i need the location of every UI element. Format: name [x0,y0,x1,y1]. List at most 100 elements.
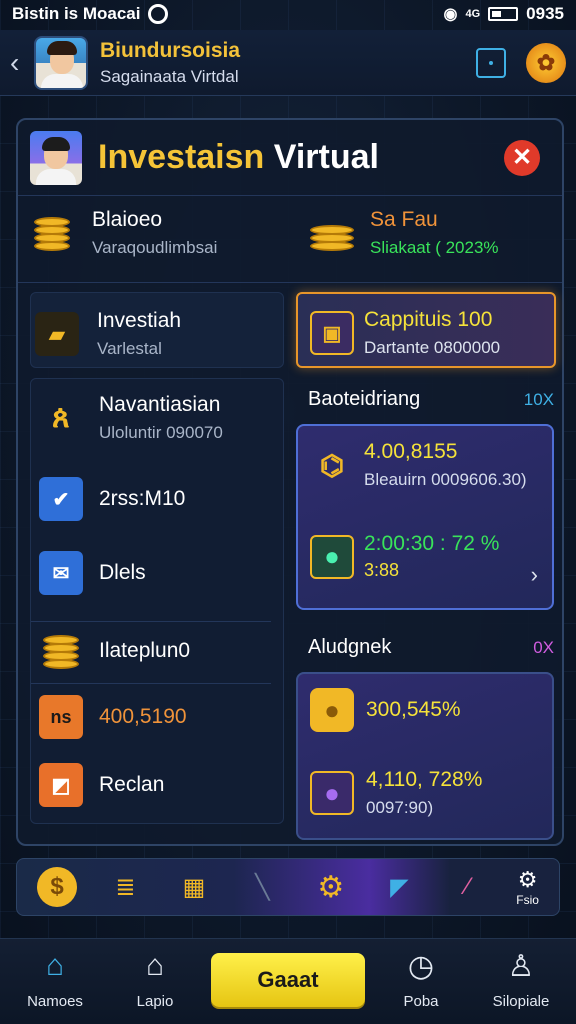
section1-header: Baoteidriang 10X [308,388,554,411]
close-button[interactable]: ✕ [504,139,540,176]
capital-sub: Dartante 0800000 [364,338,501,357]
clock-icon: ◷ [407,950,435,983]
shortcut-strip: $ ≣ ▦ ╲ ⚙ ◤ ⁄ ⚙ Fsio [16,858,560,916]
balance-sub: Varaqoudlimbsai [92,238,218,257]
app-header: ‹ Biundursoisia Sagainaata Virtdal ✿ [0,30,576,96]
divider [31,621,271,622]
gold-coins-icon [306,211,358,255]
menu-item[interactable]: ✔ 2rss:M10 [39,477,185,521]
section2-card[interactable]: ● 300,545% ● 4,110, 728% 0097:90) [296,672,554,840]
divider [31,683,271,684]
avatar[interactable] [34,35,88,90]
menu-item[interactable]: ns 400,5190 [39,695,187,739]
menu-label: Ilateplun0 [99,639,191,662]
network-label: 4G [465,8,481,20]
house-icon: ⌂ [145,949,165,982]
panel-title: Investaisn Virtual [98,138,504,177]
menu-label: Dlels [99,561,146,584]
section2-header: Aludgnek 0X [308,636,554,659]
nav-label: Lapio [136,993,174,1010]
panel-header: Investaisn Virtual ✕ [18,120,562,196]
section1-value3: 3:88 [364,560,400,580]
flag-icon[interactable]: ◤ [379,867,419,907]
nav-item-home[interactable]: ⌂ Namoes [0,949,110,1010]
orb-icon: ● [310,771,354,815]
section1-desc1: Bleauirn 0009606.30) [364,470,527,489]
nav-label: Namoes [27,993,83,1010]
ribbon-icon: ጰ [52,401,70,434]
header-text: Biundursoisia Sagainaata Virtdal [100,39,476,87]
nav-item-clock[interactable]: ◷ Poba [366,949,476,1010]
nav-item-user[interactable]: ♙ Silopiale [466,949,576,1010]
section1-badge[interactable]: 10X [524,390,554,410]
capital-card[interactable]: ▣ Cappituis 100 Dartante 0800000 [296,292,556,368]
menu-label: 2rss:M10 [99,487,186,510]
gear-badge-icon[interactable]: ⚙ [311,867,351,907]
status-bar: Bistin is Moacai ◉ 4G 0935 [0,0,576,28]
frame-icon: ▣ [310,311,354,355]
fav-label: Sa Fau [370,208,438,231]
mail-icon: ✉ [39,551,83,595]
menu-item[interactable]: ✉ Dlels [39,551,146,595]
cash-icon: ▰ [35,312,79,356]
document-icon: ◩ [39,763,83,807]
menu-item[interactable]: ◩ Reclan [39,763,164,807]
menu-item[interactable]: ጰ Navantiasian Uloluntir 090070 [39,393,223,443]
dollar-search-icon[interactable]: $ [37,867,77,907]
back-arrow-icon[interactable]: ‹ [10,47,32,79]
home-icon: ⌂ [45,949,65,982]
grid-icon[interactable]: ▦ [174,867,214,907]
battery-icon [488,7,519,21]
header-title: Biundursoisia [100,38,241,62]
coin-icon: ● [310,688,354,732]
status-time: 0935 [526,4,564,23]
coins-icon[interactable]: ≣ [105,867,145,907]
bottom-nav: ⌂ Namoes ⌂ Lapio Gaaat ◷ Poba ♙ Silopial… [0,938,576,1024]
status-circle-icon [148,4,169,24]
menu-item[interactable]: Ilateplun0 [39,629,190,673]
invest-card[interactable]: ▰ Investiah Varlestal [30,292,284,368]
coins-icon [39,629,83,673]
balance-item[interactable]: Blaioeo Varaqoudlimbsai [30,208,217,258]
strip-settings[interactable]: ⚙ Fsio [516,867,539,907]
capital-label: Cappituis 100 [364,308,493,331]
balance-label: Blaioeo [92,208,163,231]
fav-sub: Sliakaat ( 2023% [370,238,499,257]
menu-label: 400,5190 [99,705,187,728]
fav-item[interactable]: Sa Fau Sliakaat ( 2023% [306,208,499,258]
circuit-icon: ⌬ [319,449,345,481]
pen-icon[interactable]: ╲ [242,867,282,907]
panel-title-gold: Investaisn [98,138,265,176]
menu-label: Navantiasian [99,393,221,416]
panel-avatar [30,130,82,185]
chevron-right-icon[interactable]: › [531,562,538,588]
gem-icon: ● [310,534,354,579]
section1-title: Baoteidriang [308,388,421,410]
invest-sub: Varlestal [97,339,162,358]
divider [18,282,562,283]
section2-value2: 4,110, 728% [366,768,483,791]
tag-icon: ns [39,695,83,739]
invest-label: Investiah [97,309,182,332]
coins-icon [30,211,74,255]
menu-sub: Uloluntir 090070 [99,423,223,442]
header-subtitle: Sagainaata Virtdal [100,66,239,86]
user-icon: ♙ [507,950,535,983]
nav-label: Silopiale [492,993,550,1010]
strip-settings-label: Fsio [516,893,539,907]
menu-label: Reclan [99,773,165,796]
status-left-text: Bistin is Moacai [12,4,141,23]
nav-item-house[interactable]: ⌂ Lapio [100,949,210,1010]
screen-button[interactable] [476,47,506,78]
settings-gear-icon[interactable]: ✿ [526,42,566,83]
brush-icon[interactable]: ⁄ [448,867,488,907]
section1-card[interactable]: ⌬ 4.00,8155 Bleauirn 0009606.30) ● 2:00:… [296,424,554,610]
section2-badge[interactable]: 0X [533,638,554,658]
section2-title: Aludgnek [308,636,392,658]
main-action-button[interactable]: Gaaat [211,953,365,1007]
section1-value2: 2:00:30 : 72 % [364,532,500,555]
checkmark-icon: ✔ [39,477,83,521]
wifi-icon: ◉ [443,6,458,23]
menu-list: ጰ Navantiasian Uloluntir 090070 ✔ 2rss:M… [30,378,284,824]
section1-value1: 4.00,8155 [364,440,458,463]
